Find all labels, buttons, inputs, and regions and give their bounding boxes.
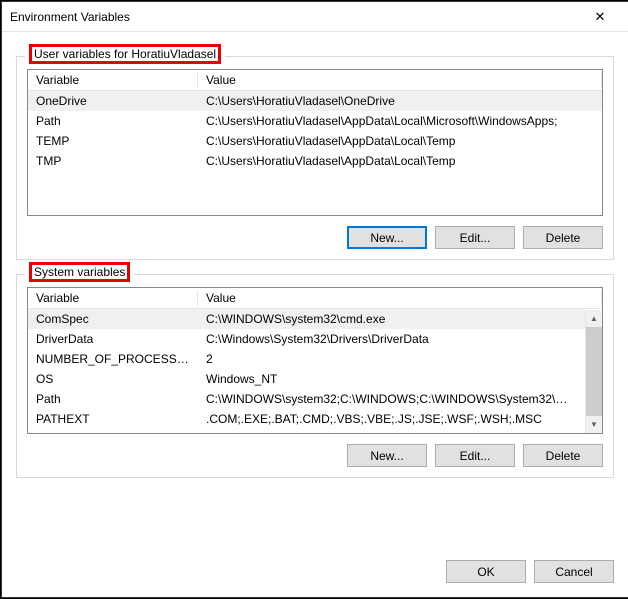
cell-variable: NUMBER_OF_PROCESSORS (28, 349, 198, 369)
table-row[interactable]: DriverData C:\Windows\System32\Drivers\D… (28, 329, 585, 349)
cell-value: C:\Users\HoratiuVladasel\AppData\Local\M… (198, 111, 602, 131)
user-edit-button[interactable]: Edit... (435, 226, 515, 249)
cell-variable: Path (28, 111, 198, 131)
ok-button[interactable]: OK (446, 560, 526, 583)
table-row[interactable]: Path C:\WINDOWS\system32;C:\WINDOWS;C:\W… (28, 389, 585, 409)
system-table-header: Variable Value (28, 288, 602, 309)
table-row[interactable]: TMP C:\Users\HoratiuVladasel\AppData\Loc… (28, 151, 602, 171)
cell-variable: TMP (28, 151, 198, 171)
cell-variable: OS (28, 369, 198, 389)
cell-variable: Path (28, 389, 198, 409)
user-delete-button[interactable]: Delete (523, 226, 603, 249)
system-variables-group: System variables Variable Value ComSpec … (16, 274, 614, 478)
close-icon: ✕ (595, 9, 606, 25)
system-new-button[interactable]: New... (347, 444, 427, 467)
cell-variable: TEMP (28, 131, 198, 151)
cell-value: C:\WINDOWS\system32\cmd.exe (198, 309, 585, 329)
table-row[interactable]: ComSpec C:\WINDOWS\system32\cmd.exe (28, 309, 585, 329)
table-row[interactable]: Path C:\Users\HoratiuVladasel\AppData\Lo… (28, 111, 602, 131)
cell-value: .COM;.EXE;.BAT;.CMD;.VBS;.VBE;.JS;.JSE;.… (198, 409, 585, 429)
col-value[interactable]: Value (198, 70, 602, 90)
cell-value: AMD64 (198, 429, 585, 432)
system-edit-button[interactable]: Edit... (435, 444, 515, 467)
cell-value: C:\Windows\System32\Drivers\DriverData (198, 329, 585, 349)
table-row[interactable]: OS Windows_NT (28, 369, 585, 389)
cell-value: C:\WINDOWS\system32;C:\WINDOWS;C:\WINDOW… (198, 389, 585, 409)
cell-value: C:\Users\HoratiuVladasel\AppData\Local\T… (198, 151, 602, 171)
scroll-down-icon[interactable]: ▼ (586, 416, 602, 433)
cell-value: Windows_NT (198, 369, 585, 389)
cell-value: C:\Users\HoratiuVladasel\OneDrive (198, 91, 602, 111)
col-variable[interactable]: Variable (28, 70, 198, 90)
cancel-button[interactable]: Cancel (534, 560, 614, 583)
cell-variable: ComSpec (28, 309, 198, 329)
table-row[interactable]: NUMBER_OF_PROCESSORS 2 (28, 349, 585, 369)
titlebar: Environment Variables ✕ (2, 2, 628, 32)
system-delete-button[interactable]: Delete (523, 444, 603, 467)
table-row[interactable]: TEMP C:\Users\HoratiuVladasel\AppData\Lo… (28, 131, 602, 151)
scroll-up-icon[interactable]: ▲ (586, 310, 602, 327)
col-value[interactable]: Value (198, 288, 602, 308)
system-buttons-row: New... Edit... Delete (27, 444, 603, 467)
user-variables-table[interactable]: Variable Value OneDrive C:\Users\Horatiu… (27, 69, 603, 216)
scroll-thumb[interactable] (586, 327, 602, 416)
system-variables-legend: System variables (25, 265, 134, 279)
window-title: Environment Variables (10, 10, 580, 24)
user-variables-legend: User variables for HoratiuVladasel (25, 47, 225, 61)
cell-variable: PATHEXT (28, 409, 198, 429)
table-row[interactable]: PROCESSOR_ARCHITECTURE AMD64 (28, 429, 585, 432)
user-new-button[interactable]: New... (347, 226, 427, 249)
system-variables-table[interactable]: Variable Value ComSpec C:\WINDOWS\system… (27, 287, 603, 434)
cell-value: C:\Users\HoratiuVladasel\AppData\Local\T… (198, 131, 602, 151)
cell-variable: PROCESSOR_ARCHITECTURE (28, 429, 198, 432)
cell-variable: OneDrive (28, 91, 198, 111)
user-table-header: Variable Value (28, 70, 602, 91)
environment-variables-dialog: Environment Variables ✕ User variables f… (1, 1, 628, 598)
system-scrollbar[interactable]: ▲ ▼ (585, 310, 602, 433)
table-row[interactable]: OneDrive C:\Users\HoratiuVladasel\OneDri… (28, 91, 602, 111)
user-buttons-row: New... Edit... Delete (27, 226, 603, 249)
cell-value: 2 (198, 349, 585, 369)
dialog-footer: OK Cancel (2, 550, 628, 597)
table-row[interactable]: PATHEXT .COM;.EXE;.BAT;.CMD;.VBS;.VBE;.J… (28, 409, 585, 429)
user-variables-group: User variables for HoratiuVladasel Varia… (16, 56, 614, 260)
col-variable[interactable]: Variable (28, 288, 198, 308)
cell-variable: DriverData (28, 329, 198, 349)
close-button[interactable]: ✕ (580, 2, 620, 32)
